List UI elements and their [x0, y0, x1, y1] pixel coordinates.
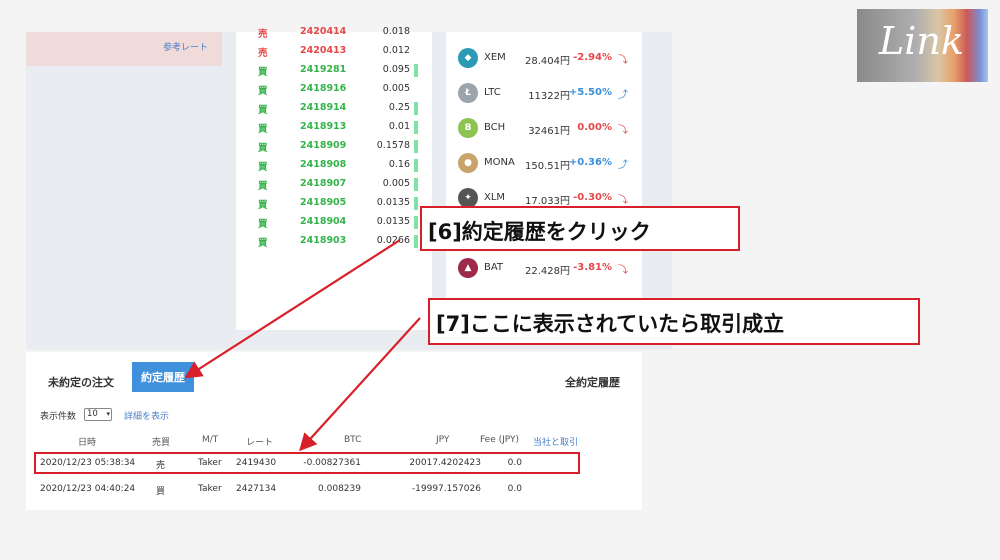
- callout-step7: [7]ここに表示されていたら取引成立: [428, 298, 920, 345]
- callout-step6: [6]約定履歴をクリック: [420, 206, 740, 251]
- logo-text: Link: [879, 19, 964, 63]
- arrow-step6: [184, 239, 401, 379]
- arrow-step7: [299, 317, 421, 452]
- callout-arrows: [184, 239, 421, 452]
- link-logo: Link: [857, 9, 988, 82]
